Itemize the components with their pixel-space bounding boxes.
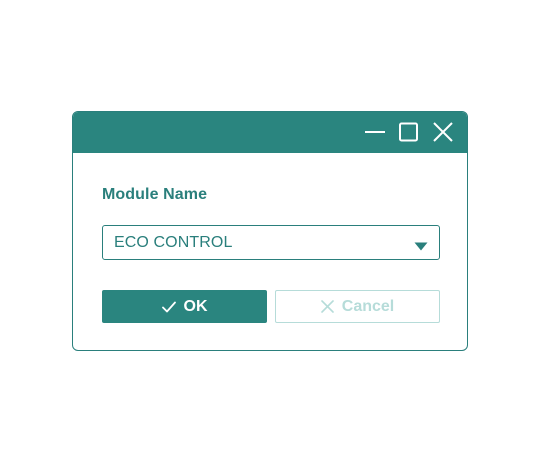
module-name-select[interactable]: ECO CONTROL <box>102 225 440 260</box>
x-icon <box>320 300 334 313</box>
ok-button[interactable]: OK <box>102 290 267 323</box>
cancel-button-label: Cancel <box>341 297 395 315</box>
minimize-button[interactable] <box>362 120 388 144</box>
close-button[interactable] <box>430 120 456 144</box>
maximize-icon <box>398 122 420 142</box>
minimize-icon <box>364 122 386 142</box>
module-dialog: Module Name ECO CONTROL OK Cancel <box>72 111 468 351</box>
maximize-button[interactable] <box>396 120 422 144</box>
ok-button-label: OK <box>183 297 208 315</box>
close-icon <box>432 122 454 142</box>
module-name-label: Module Name <box>102 186 208 203</box>
caret-down-icon <box>414 238 428 256</box>
check-icon <box>161 301 176 313</box>
module-name-value: ECO CONTROL <box>114 233 233 251</box>
dialog-titlebar <box>73 112 467 153</box>
cancel-button[interactable]: Cancel <box>275 290 440 323</box>
